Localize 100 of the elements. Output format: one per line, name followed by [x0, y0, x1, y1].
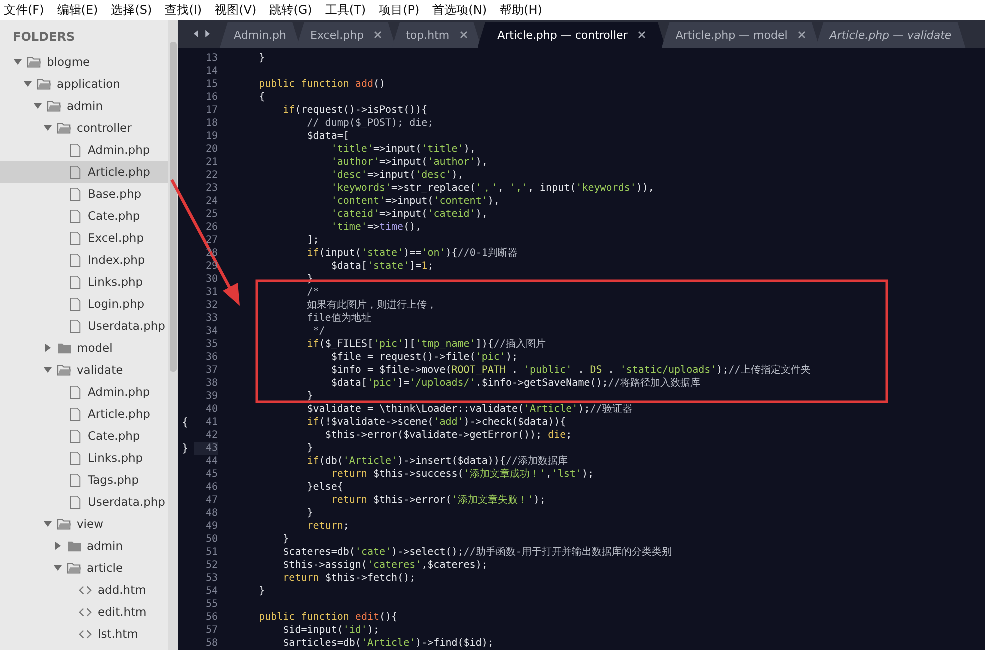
line-number: 19 [204, 130, 218, 143]
code-line: public function add() [258, 79, 386, 90]
menu-item[interactable]: 选择(S) [111, 2, 152, 18]
tab-navigation-icon[interactable] [194, 29, 210, 39]
menu-item[interactable]: 查找(I) [165, 2, 202, 18]
file-item[interactable]: Article.php [0, 403, 168, 425]
code-line: $data['pic']='/uploads/'.$info->getSaveName();//将路径加入数据库 [330, 378, 700, 389]
disclosure-triangle-icon[interactable] [54, 542, 62, 550]
line-number: 44 [204, 455, 218, 468]
editor-tab[interactable]: Excel.php [296, 22, 396, 48]
editor-tab[interactable]: Article.php — validate [816, 22, 966, 48]
file-item[interactable]: add.htm [0, 579, 168, 601]
sidebar-title: FOLDERS [12, 30, 76, 46]
menu-item[interactable]: 工具(T) [325, 2, 366, 18]
code-line: } [258, 586, 266, 597]
menu-item[interactable]: 帮助(H) [500, 2, 542, 18]
file-icon [68, 452, 83, 464]
scrollbar-thumb[interactable] [170, 42, 176, 372]
line-number: 18 [204, 117, 218, 130]
line-number: 35 [204, 338, 218, 351]
line-number: 43 [194, 442, 218, 455]
line-number: 29 [204, 260, 218, 273]
fold-marker[interactable]: { [182, 416, 189, 429]
folder-item[interactable]: view [0, 513, 168, 535]
menu-item[interactable]: 文件(F) [4, 2, 44, 18]
file-icon [68, 408, 83, 420]
disclosure-triangle-icon[interactable] [44, 520, 52, 528]
file-item[interactable]: Index.php [0, 249, 168, 271]
close-icon[interactable] [638, 31, 646, 39]
menu-item[interactable]: 视图(V) [215, 2, 257, 18]
folder-item[interactable]: application [0, 73, 168, 95]
file-item[interactable]: edit.htm [0, 601, 168, 623]
disclosure-triangle-icon[interactable] [44, 124, 52, 132]
line-number: 58 [204, 637, 218, 650]
code-line: return; [306, 521, 350, 532]
editor-tab[interactable]: Article.php — controller [478, 22, 666, 48]
file-item[interactable]: Userdata.php [0, 491, 168, 513]
line-number: 15 [204, 78, 218, 91]
menu-item[interactable]: 首选项(N) [432, 2, 488, 18]
open-folder-icon [47, 100, 62, 112]
menu-item[interactable]: 编辑(E) [57, 2, 98, 18]
file-item[interactable]: Cate.php [0, 425, 168, 447]
folder-item[interactable]: article [0, 557, 168, 579]
file-item[interactable]: Admin.php [0, 381, 168, 403]
disclosure-triangle-icon[interactable] [34, 102, 42, 110]
fold-marker[interactable]: } [182, 442, 189, 455]
line-number: 42 [204, 429, 218, 442]
code-brackets-icon [78, 606, 93, 618]
file-item[interactable]: Excel.php [0, 227, 168, 249]
folder-item[interactable]: blogme [0, 51, 168, 73]
file-icon [68, 474, 83, 486]
editor-tab[interactable]: Admin.ph [220, 22, 301, 48]
disclosure-triangle-icon[interactable] [44, 366, 52, 374]
disclosure-triangle-icon[interactable] [14, 58, 22, 66]
code-line: $id=input('id'); [282, 625, 380, 636]
close-icon[interactable] [798, 31, 806, 39]
line-number: 50 [204, 533, 218, 546]
close-icon[interactable] [460, 31, 468, 39]
file-icon [68, 496, 83, 508]
code-line: $articles=db('Article')->find($id); [282, 638, 494, 649]
file-item[interactable]: Links.php [0, 271, 168, 293]
disclosure-triangle-icon[interactable] [24, 80, 32, 88]
code-line: $this->assign('cateres',$cateres); [282, 560, 488, 571]
file-item[interactable]: Article.php [0, 161, 168, 183]
code-line: $data=[ [306, 131, 350, 142]
file-icon [68, 210, 83, 222]
close-icon[interactable] [374, 31, 382, 39]
file-item[interactable]: Tags.php [0, 469, 168, 491]
folder-item[interactable]: controller [0, 117, 168, 139]
editor-tab[interactable]: Article.php — model [662, 22, 820, 48]
line-number: 30 [204, 273, 218, 286]
line-number: 16 [204, 91, 218, 104]
file-item[interactable]: Admin.php [0, 139, 168, 161]
code-line: $validate = \think\Loader::validate('Article');//验证器 [306, 404, 632, 415]
code-line: 'keywords'=>str_replace('，', ',', input('keywords')), [330, 183, 654, 194]
line-number: 53 [204, 572, 218, 585]
line-number: 27 [204, 234, 218, 247]
folder-item[interactable]: admin [0, 95, 168, 117]
file-item[interactable]: Cate.php [0, 205, 168, 227]
editor-tab[interactable]: top.htm [392, 22, 482, 48]
code-line: 'time'=>time(), [330, 222, 422, 233]
file-item[interactable]: lst.htm [0, 623, 168, 645]
file-item[interactable]: Links.php [0, 447, 168, 469]
folder-item[interactable]: model [0, 337, 168, 359]
folder-item[interactable]: admin [0, 535, 168, 557]
file-item[interactable]: Login.php [0, 293, 168, 315]
open-folder-icon [67, 562, 82, 574]
disclosure-triangle-icon[interactable] [54, 564, 62, 572]
file-item[interactable]: Base.php [0, 183, 168, 205]
file-item[interactable]: Userdata.php [0, 315, 168, 337]
code-line: } [282, 534, 290, 545]
code-line: */ [312, 326, 326, 337]
line-number: 47 [204, 494, 218, 507]
menu-item[interactable]: 跳转(G) [270, 2, 312, 18]
file-icon [68, 232, 83, 244]
disclosure-triangle-icon[interactable] [44, 344, 52, 352]
folder-item[interactable]: validate [0, 359, 168, 381]
line-number: 26 [204, 221, 218, 234]
menu-item[interactable]: 项目(P) [379, 2, 420, 18]
line-number: 46 [204, 481, 218, 494]
